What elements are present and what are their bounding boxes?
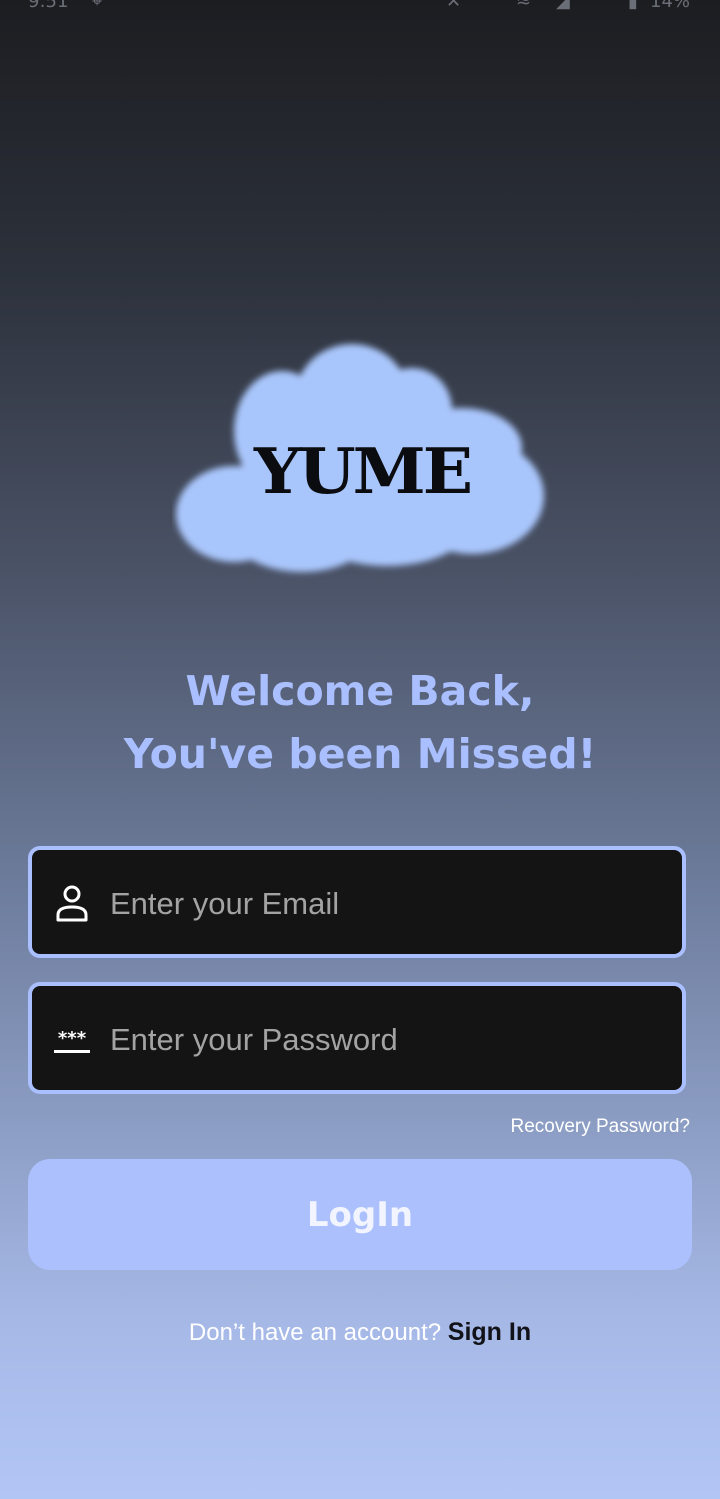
email-input[interactable] (110, 872, 660, 936)
signal-icon: ◢ (556, 0, 570, 10)
signup-prompt: Don’t have an account? (188, 1319, 442, 1346)
email-field[interactable] (28, 846, 686, 958)
mute-icon: ✕ (446, 0, 461, 10)
login-button[interactable]: LogIn (28, 1159, 692, 1270)
location-icon: ⌖ (92, 0, 102, 10)
svg-text:***: *** (58, 1028, 87, 1049)
logo-text: YUME (253, 433, 473, 509)
wifi-icon: ≈ (516, 0, 531, 10)
status-time: 9:51 (28, 0, 68, 10)
signup-row: Don’t have an account? Sign In (0, 1318, 720, 1347)
sign-in-link[interactable]: Sign In (448, 1318, 531, 1346)
battery-icon: ▮ (628, 0, 638, 10)
status-bar: 9:51 ⌖ ✕ ≈ ◢ ▮ 14% (0, 0, 720, 10)
battery-level: 14% (650, 0, 690, 10)
app-logo: YUME (172, 336, 552, 581)
person-icon (56, 885, 88, 922)
welcome-heading: Welcome Back, You've been Missed! (0, 660, 720, 786)
welcome-line-2: You've been Missed! (123, 730, 597, 778)
password-dots-icon: *** (54, 1028, 90, 1053)
welcome-line-1: Welcome Back, (185, 667, 535, 715)
password-input[interactable] (110, 1008, 660, 1072)
recovery-password-link[interactable]: Recovery Password? (510, 1116, 690, 1138)
password-field[interactable]: *** (28, 982, 686, 1094)
